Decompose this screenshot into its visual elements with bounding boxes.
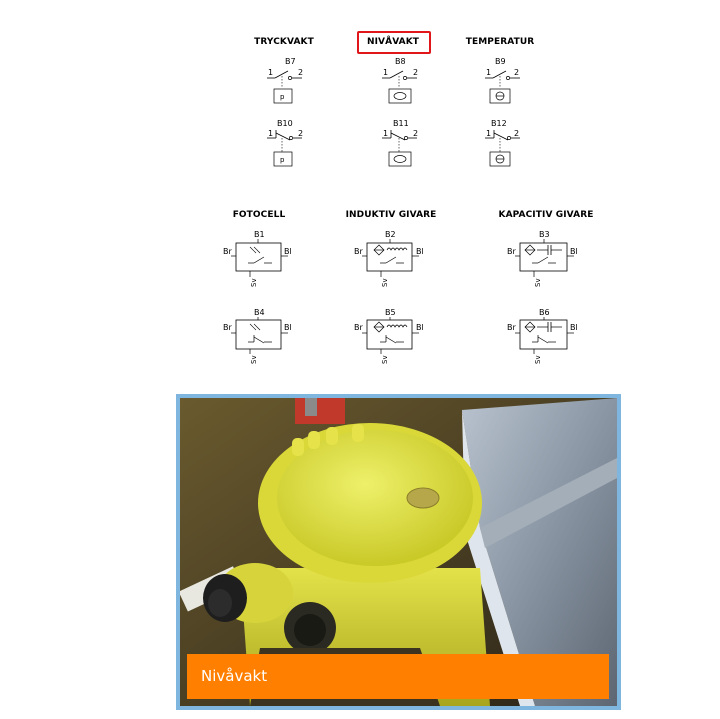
sensor-label-B4: B4 — [254, 308, 265, 317]
wire-black: Sv — [381, 355, 389, 364]
category-photocell: FOTOCELL — [232, 210, 286, 220]
switch-label-B12: B12 — [491, 119, 507, 128]
sensor-symbol-B4: B4 Br Bl Sv — [223, 308, 292, 364]
switch-label-B8: B8 — [395, 57, 406, 66]
switch-symbol-B10: B10 1 2 p — [267, 119, 303, 167]
wire-blue: Bl — [284, 247, 292, 256]
wire-brown: Br — [354, 323, 363, 332]
wire-brown: Br — [223, 323, 232, 332]
category-level-switch: NIVÅVAKT — [366, 37, 420, 47]
terminal-2: 2 — [298, 129, 303, 138]
terminal-2: 2 — [298, 68, 303, 77]
terminal-1: 1 — [486, 68, 491, 77]
switch-label-B9: B9 — [495, 57, 506, 66]
photo-caption: Nivåvakt — [187, 654, 609, 699]
terminal-1: 1 — [268, 129, 273, 138]
wire-blue: Bl — [570, 323, 578, 332]
terminal-2: 2 — [413, 129, 418, 138]
switch-label-B10: B10 — [277, 119, 293, 128]
terminal-2: 2 — [514, 68, 519, 77]
category-capacitive-sensor: KAPACITIV GIVARE — [498, 210, 594, 220]
sensor-symbol-B2: B2 Br Bl Sv — [354, 230, 424, 287]
terminal-2: 2 — [413, 68, 418, 77]
terminal-1: 1 — [383, 68, 388, 77]
switch-symbol-B7: B7 1 2 p — [267, 57, 303, 104]
wire-blue: Bl — [570, 247, 578, 256]
sensor-symbol-B6: B6 Br Bl Sv — [507, 308, 578, 364]
wire-brown: Br — [507, 323, 516, 332]
pressure-symbol: p — [280, 156, 285, 164]
terminal-1: 1 — [268, 68, 273, 77]
switch-label-B7: B7 — [285, 57, 296, 66]
terminal-2: 2 — [514, 129, 519, 138]
sensor-symbol-B3: B3 Br Bl Sv — [507, 230, 578, 287]
sensor-symbol-B5: B5 Br Bl Sv — [354, 308, 424, 364]
wire-blue: Bl — [416, 323, 424, 332]
category-inductive-sensor: INDUKTIV GIVARE — [345, 210, 437, 220]
pressure-symbol: p — [280, 93, 285, 101]
category-pressure-switch: TRYCKVAKT — [254, 37, 314, 47]
sensor-label-B6: B6 — [539, 308, 550, 317]
sensor-label-B1: B1 — [254, 230, 265, 239]
switch-label-B11: B11 — [393, 119, 409, 128]
sensor-label-B5: B5 — [385, 308, 396, 317]
switch-symbol-B8: B8 1 2 — [382, 57, 418, 104]
terminal-1: 1 — [383, 129, 388, 138]
wire-black: Sv — [534, 355, 542, 364]
wire-black: Sv — [250, 278, 258, 287]
wire-blue: Bl — [416, 247, 424, 256]
category-temperature-switch: TEMPERATUR — [465, 37, 535, 47]
switch-symbol-B11: B11 1 2 — [382, 119, 418, 167]
wire-blue: Bl — [284, 323, 292, 332]
terminal-1: 1 — [486, 129, 491, 138]
sensor-label-B3: B3 — [539, 230, 550, 239]
wire-brown: Br — [223, 247, 232, 256]
wire-brown: Br — [354, 247, 363, 256]
wire-black: Sv — [534, 278, 542, 287]
wire-brown: Br — [507, 247, 516, 256]
switch-symbol-B12: B12 1 2 — [485, 119, 520, 167]
switch-symbol-B9: B9 1 2 — [485, 57, 520, 104]
wire-black: Sv — [250, 355, 258, 364]
sensor-symbol-B1: B1 Br Bl Sv — [223, 230, 292, 287]
wire-black: Sv — [381, 278, 389, 287]
sensor-label-B2: B2 — [385, 230, 396, 239]
